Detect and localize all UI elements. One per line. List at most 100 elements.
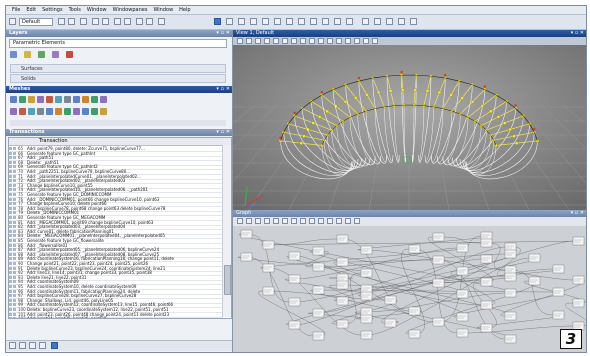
- transaction-check-icon[interactable]: [9, 197, 12, 201]
- transaction-check-icon[interactable]: [13, 289, 16, 293]
- transaction-check-icon[interactable]: [13, 151, 16, 155]
- view-tool-icon[interactable]: [318, 218, 324, 224]
- menu-item[interactable]: File: [12, 6, 20, 14]
- transaction-check-icon[interactable]: [13, 183, 16, 187]
- transaction-check-icon[interactable]: [9, 298, 12, 302]
- transaction-check-icon[interactable]: [9, 271, 12, 275]
- transaction-check-icon[interactable]: [13, 225, 16, 229]
- list-icon[interactable]: [114, 18, 121, 25]
- mesh-tool-icon[interactable]: [28, 96, 35, 103]
- view-tool-icon[interactable]: [291, 218, 297, 224]
- transaction-check-icon[interactable]: [9, 220, 12, 224]
- point-icon[interactable]: [158, 18, 165, 25]
- transaction-check-icon[interactable]: [13, 294, 16, 298]
- view-tool-icon[interactable]: [282, 38, 288, 44]
- prev-icon[interactable]: [19, 342, 26, 349]
- transaction-row[interactable]: 102Add: point24, point25, point26, point…: [9, 316, 223, 318]
- save-icon[interactable]: [80, 18, 87, 25]
- graph-canvas[interactable]: [233, 226, 586, 352]
- transaction-check-icon[interactable]: [13, 257, 16, 261]
- transaction-check-icon[interactable]: [9, 243, 12, 247]
- view-tool-icon[interactable]: [309, 38, 315, 44]
- transaction-check-icon[interactable]: [9, 312, 12, 316]
- zoom-out-icon[interactable]: [374, 18, 381, 25]
- next-icon[interactable]: [39, 342, 46, 349]
- transaction-check-icon[interactable]: [13, 280, 16, 284]
- play-icon[interactable]: [29, 342, 36, 349]
- transaction-check-icon[interactable]: [9, 211, 12, 215]
- transaction-check-icon[interactable]: [9, 234, 12, 238]
- transaction-check-icon[interactable]: [9, 193, 12, 196]
- transaction-check-icon[interactable]: [13, 188, 16, 192]
- view-tool-icon[interactable]: [372, 38, 378, 44]
- transaction-check-icon[interactable]: [13, 317, 16, 318]
- transaction-check-icon[interactable]: [13, 271, 16, 275]
- transaction-check-icon[interactable]: [13, 285, 16, 288]
- view-tool-icon[interactable]: [309, 218, 315, 224]
- folder-icon[interactable]: [24, 51, 32, 58]
- panel-controls-icon[interactable]: ▾ ▫ ✕: [216, 31, 230, 36]
- info-icon[interactable]: [334, 18, 341, 25]
- view-tool-icon[interactable]: [237, 38, 243, 44]
- transaction-check-icon[interactable]: [9, 225, 12, 229]
- graph-panel[interactable]: Graph ▾ ▫ ✕: [233, 210, 586, 352]
- viewport-panel[interactable]: View 1, Default ▾ ▫ ✕: [233, 30, 586, 210]
- undo-icon[interactable]: [92, 18, 99, 25]
- view-tool-icon[interactable]: [354, 38, 360, 44]
- transaction-check-icon[interactable]: [13, 243, 16, 247]
- transaction-check-icon[interactable]: [13, 266, 16, 270]
- mesh-tool-icon[interactable]: [82, 96, 89, 103]
- view-tool-icon[interactable]: [264, 38, 270, 44]
- view-tool-icon[interactable]: [246, 218, 252, 224]
- first-icon[interactable]: [9, 342, 16, 349]
- transaction-check-icon[interactable]: [13, 252, 16, 256]
- transaction-check-icon[interactable]: [9, 174, 12, 178]
- mesh-tool-icon[interactable]: [91, 96, 98, 103]
- transaction-check-icon[interactable]: [9, 151, 12, 155]
- view-tool-icon[interactable]: [273, 38, 279, 44]
- dimension-icon[interactable]: [298, 18, 305, 25]
- viewport-controls-icon[interactable]: ▾ ▫ ✕: [571, 31, 584, 36]
- view-tool-icon[interactable]: [327, 218, 333, 224]
- transaction-check-icon[interactable]: [9, 303, 12, 307]
- grid-icon[interactable]: [124, 18, 131, 25]
- mesh-tool-icon[interactable]: [82, 108, 89, 115]
- view-tool-icon[interactable]: [282, 218, 288, 224]
- transaction-check-icon[interactable]: [9, 248, 12, 252]
- layer-select[interactable]: Default: [19, 18, 53, 26]
- view-tool-icon[interactable]: [300, 218, 306, 224]
- layers-icon[interactable]: [9, 18, 16, 25]
- transaction-check-icon[interactable]: [13, 170, 16, 173]
- section-solids[interactable]: Solids: [10, 74, 226, 83]
- mesh-tool-icon[interactable]: [55, 108, 62, 115]
- transaction-check-icon[interactable]: [9, 266, 12, 270]
- transaction-check-icon[interactable]: [9, 188, 12, 192]
- transform-icon[interactable]: [274, 18, 281, 25]
- mesh-icon[interactable]: [262, 18, 269, 25]
- transaction-check-icon[interactable]: [13, 216, 16, 219]
- mesh-tool-icon[interactable]: [100, 96, 107, 103]
- mesh-tool-icon[interactable]: [91, 108, 98, 115]
- view-tool-icon[interactable]: [336, 218, 342, 224]
- transaction-scrollbar[interactable]: [222, 145, 231, 317]
- pan-icon[interactable]: [386, 18, 393, 25]
- new-icon[interactable]: [58, 18, 65, 25]
- lock-icon[interactable]: [346, 18, 353, 25]
- measure-icon[interactable]: [286, 18, 293, 25]
- mesh-tool-icon[interactable]: [73, 108, 80, 115]
- transaction-check-icon[interactable]: [9, 206, 12, 210]
- transaction-check-icon[interactable]: [9, 165, 12, 169]
- view-tool-icon[interactable]: [354, 218, 360, 224]
- graph-icon[interactable]: [146, 18, 153, 25]
- transaction-check-icon[interactable]: [13, 275, 16, 279]
- transaction-check-icon[interactable]: [13, 303, 16, 307]
- transaction-check-icon[interactable]: [13, 234, 16, 238]
- mesh-tool-icon[interactable]: [46, 108, 53, 115]
- transaction-check-icon[interactable]: [9, 294, 12, 298]
- mesh-tool-icon[interactable]: [19, 108, 26, 115]
- transaction-check-icon[interactable]: [9, 252, 12, 256]
- transaction-check-icon[interactable]: [13, 165, 16, 169]
- transaction-check-icon[interactable]: [9, 317, 12, 318]
- view-tool-icon[interactable]: [318, 38, 324, 44]
- section-surfaces[interactable]: Surfaces: [10, 64, 226, 73]
